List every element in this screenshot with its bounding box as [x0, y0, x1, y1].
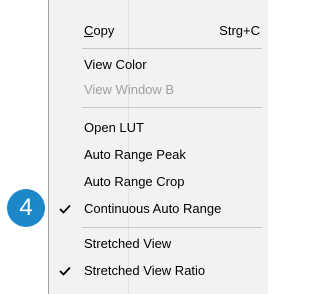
menu-item-label: Continuous Auto Range: [84, 201, 222, 216]
menu-item-continuous-auto-range[interactable]: Continuous Auto Range: [49, 196, 268, 222]
menu-item-view-window-b: View Window B: [49, 77, 268, 103]
menu-item-label: Auto Range Crop: [84, 174, 185, 189]
menu-item-label: Stretched View: [84, 236, 172, 251]
menu-item-auto-range-peak[interactable]: Auto Range Peak: [49, 142, 268, 168]
checkmark-icon: [59, 204, 71, 214]
menu-separator: [82, 227, 262, 228]
menu-item-open-lut[interactable]: Open LUT: [49, 115, 268, 141]
menu-item-label: Open LUT: [84, 120, 144, 135]
menu-item-copy[interactable]: Copy Strg+C: [49, 18, 268, 44]
menu-item-label: Copy: [84, 23, 115, 38]
menu-separator: [82, 48, 262, 49]
context-menu: Copy Strg+C View Color View Window B Ope…: [48, 0, 268, 294]
menu-item-view-color[interactable]: View Color: [49, 52, 268, 78]
menu-item-stretched-view-ratio[interactable]: Stretched View Ratio: [49, 258, 268, 284]
checkmark-icon: [59, 266, 71, 276]
menu-separator: [82, 107, 262, 108]
menu-item-stretched-view[interactable]: Stretched View: [49, 231, 268, 257]
step-number-badge: 4: [7, 189, 45, 227]
menu-item-label: Auto Range Peak: [84, 147, 186, 162]
menu-item-label: View Window B: [84, 82, 175, 97]
menu-item-label: View Color: [84, 57, 147, 72]
menu-item-shortcut: Strg+C: [219, 23, 260, 38]
menu-item-auto-range-crop[interactable]: Auto Range Crop: [49, 169, 268, 195]
menu-item-label: Stretched View Ratio: [84, 263, 206, 278]
